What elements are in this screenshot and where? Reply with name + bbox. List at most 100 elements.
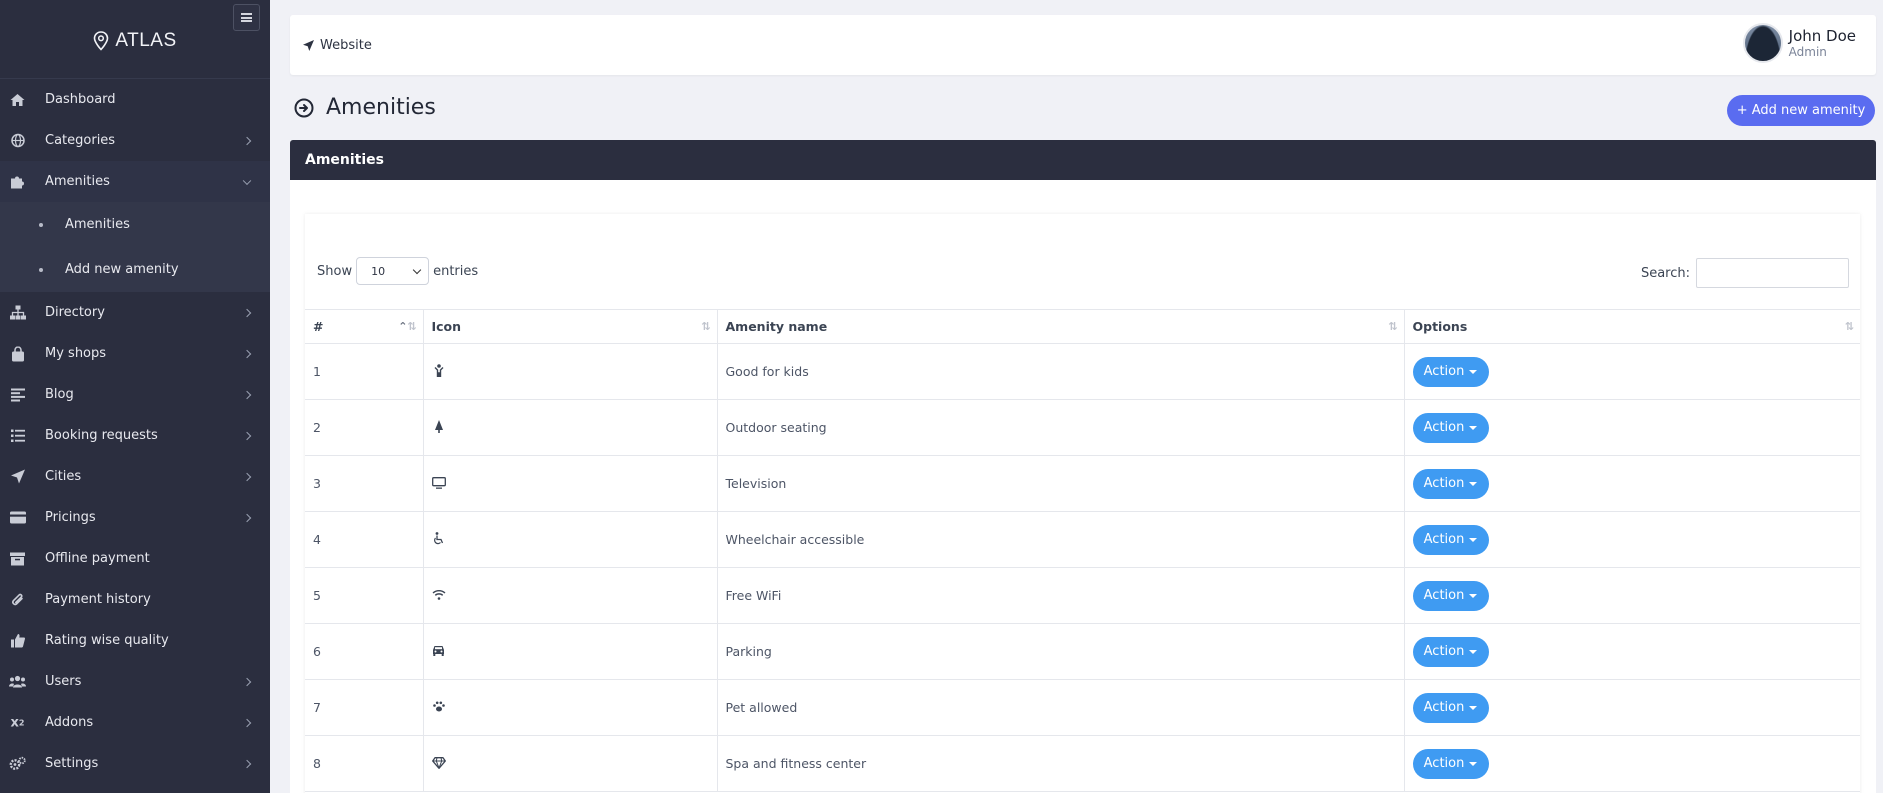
card-title: Amenities [305, 152, 385, 168]
search-label: Search: [1640, 265, 1690, 281]
submenu-item-add-new-amenity[interactable]: Add new amenity [0, 247, 270, 292]
sidebar-item-label: Cities [45, 469, 82, 484]
caret-down-icon [1469, 761, 1478, 766]
search-input[interactable] [1696, 258, 1849, 288]
sort-icon: ⇅ [1844, 320, 1854, 333]
table-row: 8 Spa and fitness center Action [305, 735, 1860, 792]
sidebar-item-label: Pricings [45, 510, 96, 525]
sidebar-item-rating-wise-quality[interactable]: Rating wise quality [0, 620, 270, 661]
submenu-item-label: Add new amenity [65, 262, 179, 277]
tree-icon [432, 419, 446, 433]
home-icon [9, 91, 26, 108]
row-options-cell: Action [1404, 679, 1860, 736]
table-row: 2 Outdoor seating Action [305, 399, 1860, 456]
action-dropdown-button[interactable]: Action [1412, 524, 1489, 555]
row-options-cell: Action [1404, 399, 1860, 456]
child-icon [432, 363, 446, 377]
sidebar-item-pricings[interactable]: Pricings [0, 497, 270, 538]
caret-down-icon [1469, 705, 1478, 710]
action-label: Action [1423, 700, 1465, 715]
column-header-label: Amenity name [725, 319, 828, 334]
chevron-right-icon [242, 718, 252, 727]
submenu-item-amenities[interactable]: Amenities [0, 202, 270, 247]
row-options-cell: Action [1404, 511, 1860, 568]
sidebar-item-label: Offline payment [45, 551, 150, 566]
column-header-label: Options [1412, 319, 1468, 334]
action-dropdown-button[interactable]: Action [1412, 468, 1489, 499]
row-icon-cell [423, 623, 718, 680]
sidebar-item-payment-history[interactable]: Payment history [0, 579, 270, 620]
sidebar-item-label: Settings [45, 756, 99, 771]
sidebar-item-my-shops[interactable]: My shops [0, 333, 270, 374]
sidebar-item-label: Users [45, 674, 82, 689]
row-icon-cell [423, 511, 718, 568]
column-header-label: # [313, 319, 324, 334]
column-header-label: Icon [431, 319, 462, 334]
sidebar-toggle-button[interactable] [233, 4, 260, 31]
column-header-options[interactable]: Options ⇅ [1404, 309, 1860, 344]
globe-icon [9, 132, 26, 149]
sidebar-item-directory[interactable]: Directory [0, 292, 270, 333]
row-icon-cell [423, 679, 718, 736]
wheelchair-icon [432, 531, 446, 545]
action-dropdown-button[interactable]: Action [1412, 412, 1489, 443]
action-dropdown-button[interactable]: Action [1412, 580, 1489, 611]
user-role: Admin [1788, 44, 1827, 59]
row-number: 6 [305, 623, 424, 680]
table-row: 4 Wheelchair accessible Action [305, 511, 1860, 568]
sidebar-menu: Dashboard Categories Amenities Amenities… [0, 78, 270, 784]
shopping-bag-icon [9, 345, 26, 362]
row-icon-cell [423, 343, 718, 400]
sidebar-item-offline-payment[interactable]: Offline payment [0, 538, 270, 579]
sidebar-item-label: Blog [45, 387, 74, 402]
sort-icon: ⇅ [1388, 320, 1397, 333]
entries-select[interactable]: 10 [356, 257, 430, 285]
row-amenity-name: Television [717, 455, 1405, 512]
bullet-icon [39, 222, 43, 227]
row-number: 3 [305, 455, 424, 512]
hamburger-icon [241, 13, 252, 22]
add-new-amenity-button[interactable]: + Add new amenity [1727, 95, 1875, 126]
sidebar-item-label: Dashboard [45, 92, 116, 107]
column-header-icon[interactable]: Icon ⇅ [423, 309, 718, 344]
sidebar-item-blog[interactable]: Blog [0, 374, 270, 415]
sidebar-item-users[interactable]: Users [0, 661, 270, 702]
amenities-table: # ⌃ ⇅ Icon ⇅ Amenity name ⇅ Options ⇅ 1 Good… [305, 309, 1860, 792]
website-link[interactable]: Website [303, 38, 372, 53]
sidebar-item-cities[interactable]: Cities [0, 456, 270, 497]
row-number: 4 [305, 511, 424, 568]
caret-down-icon [1469, 649, 1478, 654]
action-dropdown-button[interactable]: Action [1412, 356, 1489, 387]
chevron-right-icon [242, 431, 252, 440]
action-dropdown-button[interactable]: Action [1412, 748, 1489, 779]
action-dropdown-button[interactable]: Action [1412, 692, 1489, 723]
row-options-cell: Action [1404, 455, 1860, 512]
sidebar-item-booking-requests[interactable]: Booking requests [0, 415, 270, 456]
table-row: 5 Free WiFi Action [305, 567, 1860, 624]
list-icon [9, 427, 26, 444]
sidebar-item-addons[interactable]: x2 Addons [0, 702, 270, 743]
sidebar-item-dashboard[interactable]: Dashboard [0, 79, 270, 120]
sidebar-item-categories[interactable]: Categories [0, 120, 270, 161]
user-menu[interactable]: John Doe Admin [1742, 23, 1856, 63]
paper-plane-icon [303, 40, 314, 51]
brand-logo[interactable]: ATLAS [0, 30, 270, 52]
row-amenity-name: Spa and fitness center [717, 735, 1405, 792]
caret-down-icon [1469, 425, 1478, 430]
row-amenity-name: Outdoor seating [717, 399, 1405, 456]
diamond-icon [431, 756, 446, 770]
sidebar-item-amenities[interactable]: Amenities [0, 161, 270, 202]
column-header-amenity-name[interactable]: Amenity name ⇅ [717, 309, 1405, 344]
row-number: 1 [305, 343, 424, 400]
column-header-number[interactable]: # ⌃ ⇅ [305, 309, 424, 344]
top-header: Website John Doe Admin [290, 15, 1876, 75]
row-options-cell: Action [1404, 735, 1860, 792]
map-pin-icon [94, 31, 109, 51]
action-dropdown-button[interactable]: Action [1412, 636, 1489, 667]
sidebar: ATLAS Dashboard Categories Amenities Ame… [0, 0, 270, 793]
table-search: Search: [1641, 258, 1849, 288]
sidebar-item-settings[interactable]: Settings [0, 743, 270, 784]
caret-down-icon [1469, 537, 1478, 542]
chevron-right-icon [242, 472, 252, 481]
user-name: John Doe [1788, 26, 1856, 45]
